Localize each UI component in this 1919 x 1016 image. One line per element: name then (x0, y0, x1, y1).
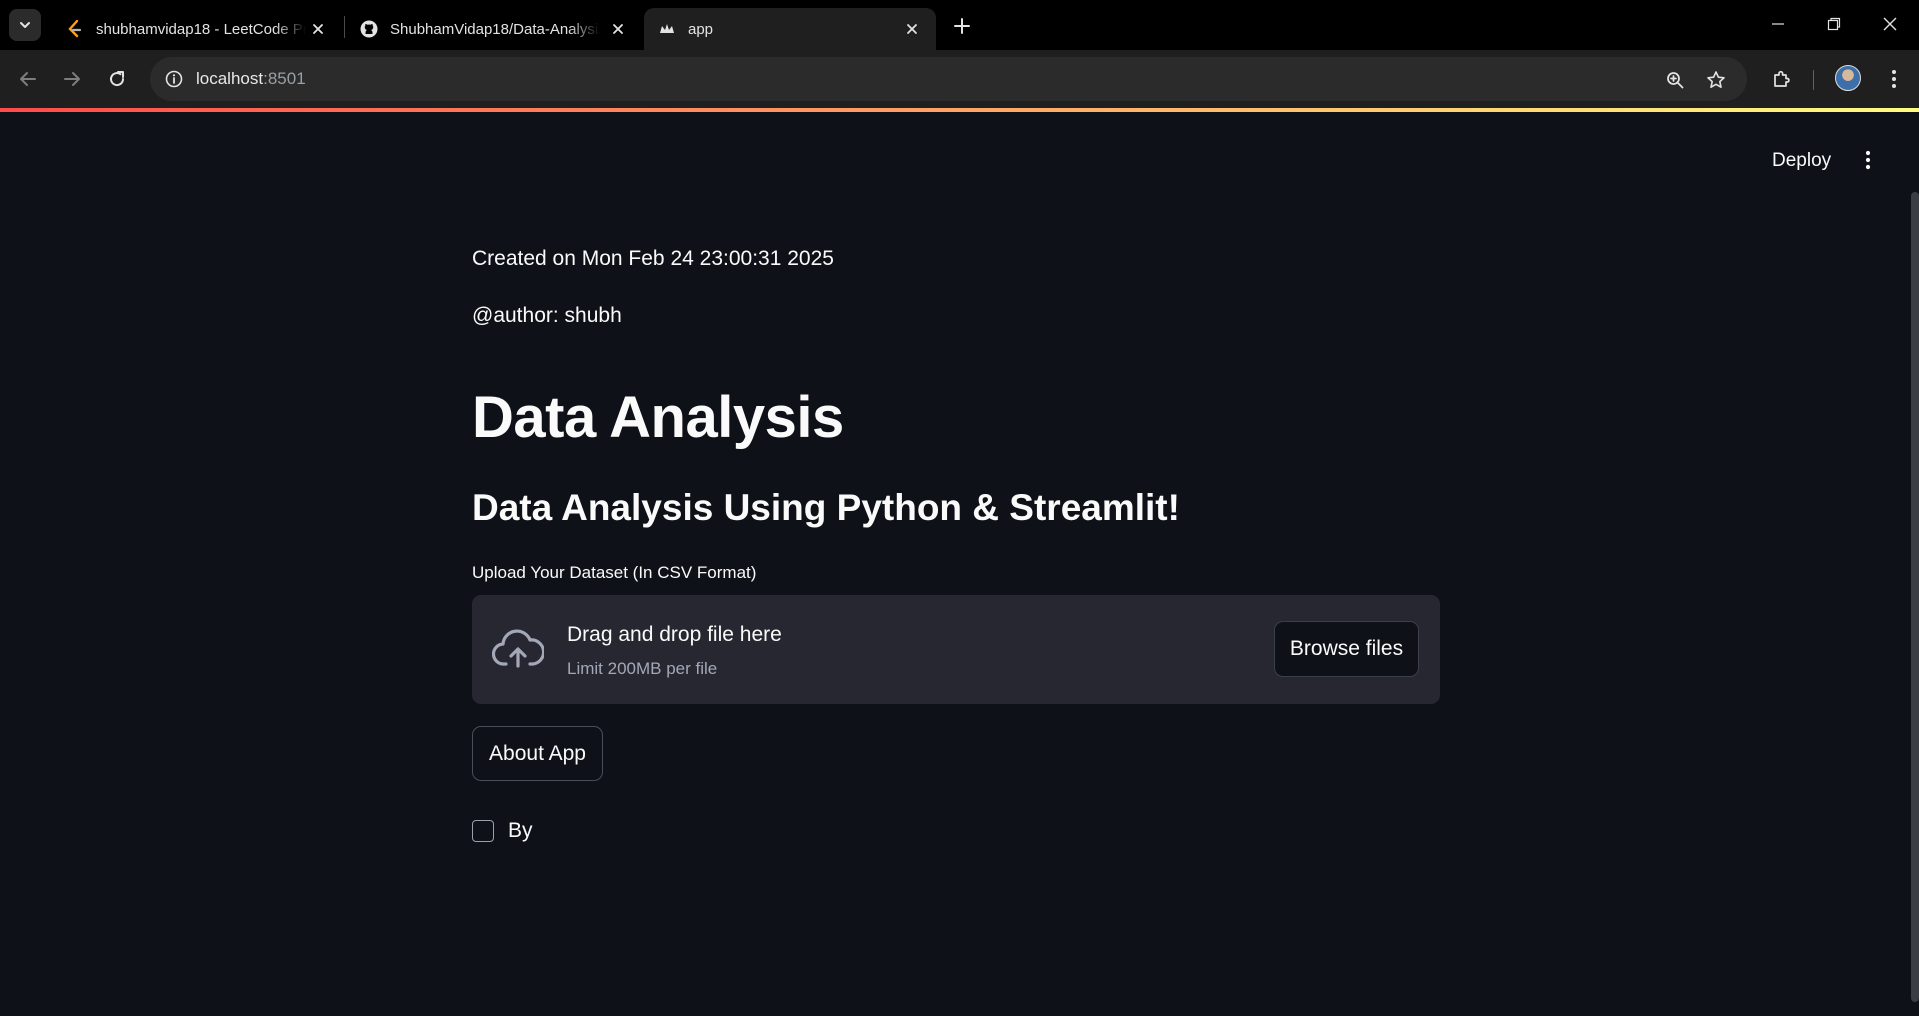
url-port: :8501 (263, 69, 306, 88)
more-vertical-icon (1892, 70, 1896, 88)
by-checkbox[interactable] (472, 820, 494, 842)
page-scrollbar[interactable] (1911, 192, 1919, 1002)
tab-title: shubhamvidap18 - LeetCode Pr (96, 20, 306, 38)
plus-icon (954, 18, 970, 34)
streamlit-app: Deploy Created on Mon Feb 24 23:00:31 20… (0, 112, 1919, 1016)
puzzle-icon (1774, 70, 1790, 87)
url-host: localhost (196, 69, 264, 88)
profile-avatar[interactable] (1835, 65, 1861, 91)
close-icon (1883, 17, 1897, 31)
file-uploader-label: Upload Your Dataset (In CSV Format) (472, 563, 757, 582)
tab-separator (344, 16, 345, 38)
reload-icon (110, 71, 125, 87)
browser-tab-strip: shubhamvidap18 - LeetCode Pr ShubhamVida… (0, 0, 1919, 50)
dropzone-title: Drag and drop file here (567, 623, 782, 646)
cloud-upload-icon (492, 629, 544, 668)
url-text: localhost:8501 (196, 69, 306, 89)
minimize-button[interactable] (1758, 8, 1798, 40)
extensions-button[interactable] (1764, 61, 1800, 97)
zoom-icon[interactable] (1662, 67, 1688, 93)
close-icon[interactable] (902, 19, 922, 39)
browser-toolbar: localhost:8501 (0, 50, 1919, 108)
close-window-button[interactable] (1870, 8, 1910, 40)
tab-github[interactable]: ShubhamVidap18/Data-Analysis (346, 8, 642, 50)
restore-button[interactable] (1814, 8, 1854, 40)
tab-title: ShubhamVidap18/Data-Analysis (390, 20, 600, 38)
bookmark-star-icon[interactable] (1703, 67, 1729, 93)
leetcode-icon (66, 20, 84, 38)
app-menu-button[interactable] (1853, 145, 1883, 175)
created-on-text: Created on Mon Feb 24 23:00:31 2025 (472, 247, 834, 270)
browse-files-button[interactable]: Browse files (1274, 621, 1419, 677)
author-text: @author: shubh (472, 304, 622, 327)
arrow-right-icon (64, 72, 80, 86)
new-tab-button[interactable] (948, 12, 976, 40)
deploy-button[interactable]: Deploy (1760, 146, 1843, 176)
tab-app[interactable]: app (644, 8, 936, 50)
back-button[interactable] (10, 61, 46, 97)
forward-button[interactable] (54, 61, 90, 97)
by-checkbox-row[interactable]: By (472, 818, 533, 844)
close-icon[interactable] (308, 19, 328, 39)
file-dropzone[interactable]: Drag and drop file here Limit 200MB per … (472, 595, 1440, 704)
about-app-button[interactable]: About App (472, 726, 603, 781)
reload-button[interactable] (99, 61, 135, 97)
page-title: Data Analysis (472, 385, 844, 450)
tab-title: app (688, 20, 714, 38)
browser-menu-button[interactable] (1876, 61, 1912, 97)
dropzone-limit: Limit 200MB per file (567, 659, 718, 678)
tab-leetcode[interactable]: shubhamvidap18 - LeetCode Pr (52, 8, 342, 50)
toolbar-divider (1813, 70, 1814, 90)
tab-search-button[interactable] (9, 9, 41, 41)
restore-icon (1827, 17, 1841, 31)
page-subtitle: Data Analysis Using Python & Streamlit! (472, 487, 1180, 528)
site-info-icon[interactable] (162, 67, 186, 91)
close-icon[interactable] (608, 19, 628, 39)
chevron-down-icon (20, 22, 30, 28)
streamlit-icon (658, 20, 676, 38)
by-checkbox-label[interactable]: By (508, 819, 533, 843)
more-vertical-icon (1865, 150, 1871, 170)
arrow-left-icon (20, 72, 36, 86)
github-icon (360, 20, 378, 38)
minimize-icon (1772, 23, 1784, 25)
address-bar[interactable]: localhost:8501 (150, 57, 1747, 101)
